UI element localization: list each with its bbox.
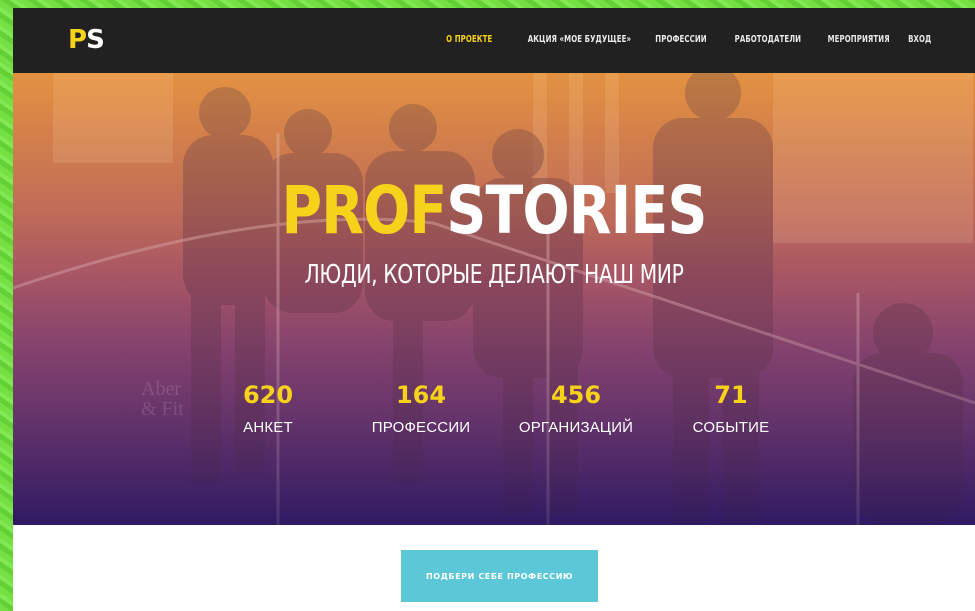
hero-title-rest: STORIES bbox=[446, 172, 707, 249]
nav-item-employers[interactable]: РАБОТОДАТЕЛИ bbox=[734, 34, 801, 45]
stat-value: 164 bbox=[395, 381, 447, 409]
hero-banner: Aber & Fit PROFSTORIES ЛЮДИ, КОТОРЫЕ ДЕЛ… bbox=[13, 73, 975, 525]
hero-subtitle: ЛЮДИ, КОТОРЫЕ ДЕЛАЮТ НАШ МИР bbox=[304, 260, 684, 290]
hero-title: PROFSTORIES bbox=[90, 173, 898, 249]
choose-profession-button[interactable]: ПОДБЕРИ СЕБЕ ПРОФЕССИЮ bbox=[401, 550, 598, 602]
stat-label: ОРГАНИЗАЦИЙ bbox=[518, 419, 634, 436]
stat-organizations: 456 ОРГАНИЗАЦИЙ bbox=[496, 381, 656, 439]
stat-label: ПРОФЕССИИ bbox=[371, 419, 471, 436]
hero-background-photo: Aber & Fit bbox=[13, 73, 975, 525]
top-navigation-bar: PS О ПРОЕКТЕ АКЦИЯ «МОЕ БУДУЩЕЕ» ПРОФЕСС… bbox=[13, 8, 975, 73]
nav-item-about[interactable]: О ПРОЕКТЕ bbox=[446, 34, 492, 45]
nav-item-events[interactable]: МЕРОПРИЯТИЯ bbox=[828, 34, 890, 45]
stat-value: 456 bbox=[550, 381, 602, 409]
stat-events: 71 СОБЫТИЕ bbox=[651, 381, 811, 439]
stat-value: 71 bbox=[714, 381, 748, 409]
nav-item-professions[interactable]: ПРОФЕССИИ bbox=[655, 34, 706, 45]
stat-label: АНКЕТ bbox=[243, 419, 293, 436]
site-logo[interactable]: PS bbox=[68, 25, 105, 55]
stat-value: 620 bbox=[242, 381, 294, 409]
stat-label: СОБЫТИЕ bbox=[692, 419, 770, 436]
main-nav: О ПРОЕКТЕ АКЦИЯ «МОЕ БУДУЩЕЕ» ПРОФЕССИИ … bbox=[436, 34, 931, 45]
logo-letter-s: S bbox=[86, 25, 105, 55]
hero-title-highlight: PROF bbox=[281, 172, 447, 249]
nav-item-login[interactable]: ВХОД bbox=[908, 34, 931, 45]
logo-letter-p: P bbox=[68, 25, 87, 55]
web-page: PS О ПРОЕКТЕ АКЦИЯ «МОЕ БУДУЩЕЕ» ПРОФЕСС… bbox=[13, 8, 975, 611]
nav-item-campaign[interactable]: АКЦИЯ «МОЕ БУДУЩЕЕ» bbox=[528, 34, 631, 45]
stats-row: 620 АНКЕТ 164 ПРОФЕССИИ 456 ОРГАНИЗАЦИЙ … bbox=[13, 381, 975, 451]
stat-professions: 164 ПРОФЕССИИ bbox=[341, 381, 501, 439]
stat-questionnaires: 620 АНКЕТ bbox=[188, 381, 348, 439]
